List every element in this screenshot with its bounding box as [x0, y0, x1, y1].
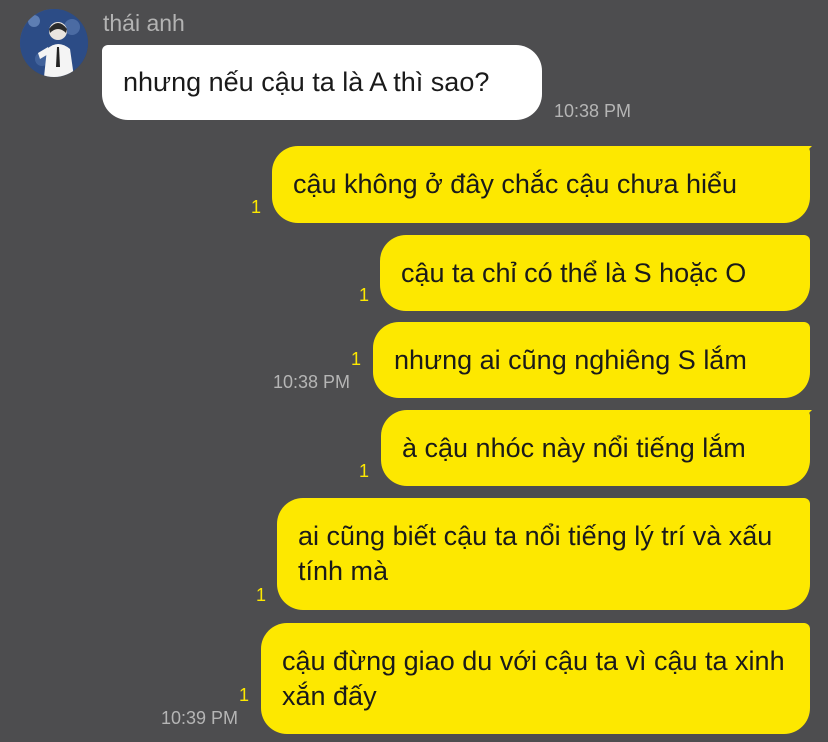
unread-count: 1 [351, 349, 362, 369]
unread-count: 1 [239, 685, 250, 705]
message-text: à cậu nhóc này nổi tiếng lắm [402, 432, 746, 463]
outgoing-message-bubble[interactable]: cậu ta chỉ có thể là S hoặc O [380, 235, 810, 311]
unread-count: 1 [251, 197, 262, 217]
message-text: cậu ta chỉ có thể là S hoặc O [401, 257, 747, 288]
message-text: ai cũng biết cậu ta nổi tiếng lý trí và … [298, 521, 773, 586]
message-text: cậu không ở đây chắc cậu chưa hiểu [293, 169, 738, 199]
outgoing-message-bubble[interactable]: nhưng ai cũng nghiêng S lắm [373, 322, 810, 398]
unread-count: 1 [256, 585, 267, 605]
message-text: cậu đừng giao du với cậu ta vì cậu ta xi… [282, 645, 785, 711]
message-timestamp: 10:38 PM [554, 101, 632, 121]
sender-avatar[interactable] [20, 9, 88, 77]
outgoing-message-bubble[interactable]: cậu không ở đây chắc cậu chưa hiểu [272, 146, 810, 223]
incoming-message-bubble[interactable]: nhưng nếu cậu ta là A thì sao? [102, 45, 542, 120]
bubble-tail [798, 146, 812, 160]
bubble-tail [798, 410, 812, 424]
outgoing-message-bubble[interactable]: à cậu nhóc này nổi tiếng lắm [381, 410, 810, 486]
message-timestamp: 10:38 PM [273, 372, 351, 392]
message-text: nhưng ai cũng nghiêng S lắm [394, 344, 747, 375]
outgoing-message-bubble[interactable]: cậu đừng giao du với cậu ta vì cậu ta xi… [261, 623, 810, 734]
avatar-photo [20, 9, 88, 77]
unread-count: 1 [359, 461, 370, 481]
message-timestamp: 10:39 PM [161, 708, 239, 728]
unread-count: 1 [359, 285, 370, 305]
outgoing-message-bubble[interactable]: ai cũng biết cậu ta nổi tiếng lý trí và … [277, 498, 810, 610]
message-text: nhưng nếu cậu ta là A thì sao? [123, 67, 490, 97]
sender-name: thái anh [103, 10, 185, 36]
